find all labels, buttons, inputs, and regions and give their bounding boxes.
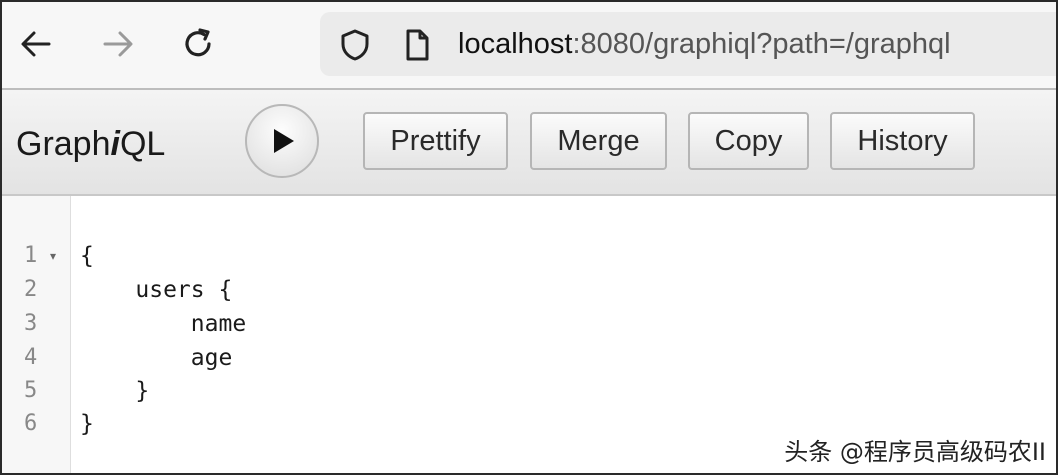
line-number-gutter: 1 ▾ 2 3 4 5 6: [2, 196, 71, 473]
page-icon[interactable]: [404, 28, 430, 67]
forward-button[interactable]: [98, 24, 138, 64]
line-number: 3: [24, 311, 38, 336]
code-line[interactable]: {: [80, 239, 94, 273]
back-button[interactable]: [16, 24, 56, 64]
merge-button[interactable]: Merge: [530, 112, 667, 170]
forward-arrow-icon: [103, 31, 133, 57]
back-arrow-icon: [21, 31, 51, 57]
history-button[interactable]: History: [830, 112, 975, 170]
code-line[interactable]: }: [80, 374, 149, 408]
code-line[interactable]: }: [80, 407, 94, 441]
graphiql-toolbar: GraphiQL Prettify Merge Copy History: [2, 90, 1056, 196]
prettify-button[interactable]: Prettify: [363, 112, 508, 170]
logo-italic: i: [110, 125, 120, 163]
code-line[interactable]: age: [80, 341, 233, 375]
watermark-text: 头条 @程序员高级码农II: [784, 438, 1046, 466]
line-number: 4: [24, 345, 38, 370]
url-path: :8080/graphiql?path=/graphql: [572, 28, 951, 60]
code-line[interactable]: users {: [80, 273, 232, 307]
reload-button[interactable]: [178, 24, 218, 64]
reload-icon: [185, 28, 211, 57]
code-line[interactable]: name: [80, 307, 246, 341]
line-number: 2: [24, 277, 38, 302]
url-text[interactable]: localhost:8080/graphiql?path=/graphql: [458, 28, 951, 60]
shield-icon[interactable]: [340, 28, 370, 67]
execute-query-button[interactable]: [245, 104, 319, 178]
address-bar[interactable]: localhost:8080/graphiql?path=/graphql: [320, 12, 1056, 76]
copy-button[interactable]: Copy: [688, 112, 809, 170]
browser-window: localhost:8080/graphiql?path=/graphql Gr…: [0, 0, 1058, 475]
line-number: 1: [24, 243, 38, 268]
line-number: 6: [24, 411, 38, 436]
browser-toolbar: localhost:8080/graphiql?path=/graphql: [2, 2, 1056, 90]
logo-prefix: Graph: [16, 125, 111, 163]
logo-suffix: QL: [119, 125, 166, 163]
line-number: 5: [24, 378, 38, 403]
url-host: localhost: [458, 28, 573, 60]
play-icon: [274, 129, 294, 153]
fold-toggle-icon[interactable]: ▾: [50, 239, 56, 273]
query-editor[interactable]: 1 ▾ 2 3 4 5 6 { users { name age } } 头条 …: [2, 196, 1056, 473]
graphiql-logo: GraphiQL: [16, 124, 165, 164]
